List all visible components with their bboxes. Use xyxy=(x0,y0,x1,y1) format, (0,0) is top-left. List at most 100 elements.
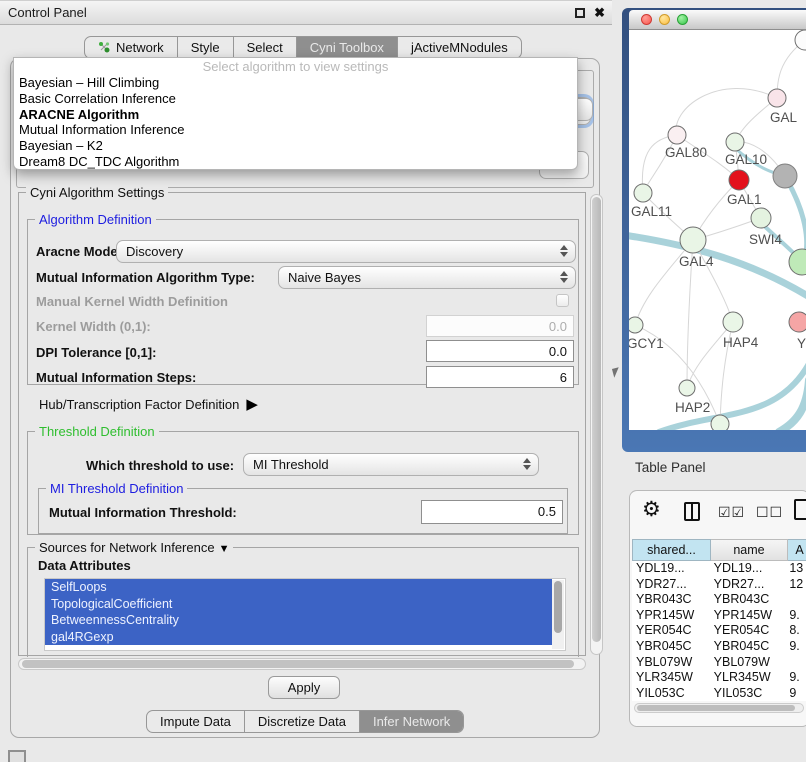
hub-transcription-factor-section[interactable]: Hub/Transcription Factor Definition ▶ xyxy=(39,395,258,413)
collapse-down-icon[interactable]: ▼ xyxy=(219,543,230,555)
column-header-name[interactable]: name xyxy=(711,539,788,561)
bottom-left-widget[interactable] xyxy=(8,750,26,762)
manual-kernel-label: Manual Kernel Width Definition xyxy=(36,294,228,309)
column-header-shared[interactable]: shared... xyxy=(632,539,711,561)
minimize-traffic-light-icon[interactable] xyxy=(659,14,670,25)
mi-algorithm-type-combo[interactable]: Naive Bayes xyxy=(278,266,576,289)
table-cell: YER054C xyxy=(710,623,786,639)
network-node-hap4[interactable] xyxy=(723,312,743,332)
table-cell: 9. xyxy=(785,639,806,655)
table-toolbar: ⚙ ☑☑ ☐☐ xyxy=(630,491,806,535)
attribute-item-topologicalcoefficient[interactable]: TopologicalCoefficient xyxy=(45,596,552,613)
network-node-hap2[interactable] xyxy=(679,380,695,396)
network-node-gal[interactable] xyxy=(768,89,786,107)
checked-pair-icon[interactable]: ☑☑ xyxy=(718,504,745,521)
network-canvas[interactable]: GALGAL80GAL10GAL1GAL11SWI4GAL4GCY1HAP4YH… xyxy=(629,30,806,430)
gear-icon[interactable]: ⚙ xyxy=(642,497,661,522)
bottom-tab-impute-data[interactable]: Impute Data xyxy=(147,711,244,732)
network-node[interactable] xyxy=(711,415,729,430)
network-window-titlebar[interactable] xyxy=(629,10,806,30)
mi-algorithm-type-label: Mutual Information Algorithm Type: xyxy=(36,270,255,285)
table-row[interactable]: YPR145WYPR145W9. xyxy=(632,608,806,624)
document-icon[interactable] xyxy=(794,499,806,520)
column-header-a[interactable]: A xyxy=(788,539,806,561)
network-node-gal11[interactable] xyxy=(634,184,652,202)
node-label-gal80: GAL80 xyxy=(665,145,707,160)
table-cell: 9 xyxy=(785,686,806,701)
list-scrollbar[interactable] xyxy=(552,580,564,649)
manual-kernel-checkbox[interactable] xyxy=(556,294,569,307)
aracne-mode-label: Aracne Mode: xyxy=(36,244,122,259)
combo-spinner-icon xyxy=(560,271,568,283)
dropdown-item-bayesian-k2[interactable]: Bayesian – K2 xyxy=(14,138,577,154)
bottom-tab-infer-network[interactable]: Infer Network xyxy=(359,711,463,732)
mi-steps-field[interactable]: 6 xyxy=(426,366,574,388)
table-panel-title: Table Panel xyxy=(635,460,706,475)
close-icon[interactable]: ✖ xyxy=(594,8,605,18)
table-row[interactable]: YBR045CYBR045C9. xyxy=(632,639,806,655)
tab-network[interactable]: Network xyxy=(85,37,177,58)
table-row[interactable]: YBL079WYBL079W xyxy=(632,655,806,671)
table-row[interactable]: YER054CYER054C8. xyxy=(632,623,806,639)
dropdown-item-mutual-information-inference[interactable]: Mutual Information Inference xyxy=(14,122,577,138)
dropdown-item-dream8-dc-tdc-algorithm[interactable]: Dream8 DC_TDC Algorithm xyxy=(14,154,577,170)
table-cell: YBL079W xyxy=(632,655,710,671)
data-attributes-list[interactable]: SelfLoopsTopologicalCoefficientBetweenne… xyxy=(44,578,566,651)
table-row[interactable]: YIL053CYIL053C9 xyxy=(632,686,806,701)
network-node-gal4[interactable] xyxy=(680,227,706,253)
which-threshold-value: MI Threshold xyxy=(253,457,329,472)
table-row[interactable]: YLR345WYLR345W9. xyxy=(632,670,806,686)
settings-horizontal-scrollbar[interactable] xyxy=(18,658,586,670)
tab-style[interactable]: Style xyxy=(177,37,233,58)
tab-select[interactable]: Select xyxy=(233,37,296,58)
table-row[interactable]: YDR27...YDR27...12 xyxy=(632,577,806,593)
network-node-gal10[interactable] xyxy=(726,133,744,151)
settings-group-title: Cyni Algorithm Settings xyxy=(26,185,168,200)
close-traffic-light-icon[interactable] xyxy=(641,14,652,25)
split-columns-icon[interactable] xyxy=(684,502,700,521)
table-cell xyxy=(785,655,806,671)
table-row[interactable]: YDL19...YDL19...13 xyxy=(632,561,806,577)
apply-button[interactable]: Apply xyxy=(268,676,340,699)
tab-jactivemnodules[interactable]: jActiveMNodules xyxy=(397,37,521,58)
network-node-y[interactable] xyxy=(789,312,806,332)
attribute-item-betweennesscentrality[interactable]: BetweennessCentrality xyxy=(45,612,552,629)
settings-vertical-scrollbar[interactable] xyxy=(590,194,603,655)
network-node-swi4[interactable] xyxy=(751,208,771,228)
dpi-tolerance-field[interactable]: 0.0 xyxy=(426,340,574,362)
table-cell: YIL053C xyxy=(710,686,786,701)
expand-right-icon[interactable]: ▶ xyxy=(246,395,258,413)
attribute-item-selfloops[interactable]: SelfLoops xyxy=(45,579,552,596)
attribute-item-gal4rgexp[interactable]: gal4RGexp xyxy=(45,629,552,646)
dropdown-item-bayesian-hill-climbing[interactable]: Bayesian – Hill Climbing xyxy=(14,75,577,91)
aracne-mode-combo[interactable]: Discovery xyxy=(116,240,576,263)
network-graph: GALGAL80GAL10GAL1GAL11SWI4GAL4GCY1HAP4YH… xyxy=(629,30,806,430)
table-cell: 13 xyxy=(785,561,806,577)
table-horizontal-scrollbar[interactable] xyxy=(634,703,804,713)
float-panel-icon[interactable] xyxy=(575,8,585,18)
node-label-gal: GAL xyxy=(770,110,798,125)
dropdown-item-basic-correlation-inference[interactable]: Basic Correlation Inference xyxy=(14,91,577,107)
kernel-width-label: Kernel Width (0,1): xyxy=(36,319,151,334)
tab-cyni-toolbox[interactable]: Cyni Toolbox xyxy=(296,37,397,58)
network-node[interactable] xyxy=(773,164,797,188)
zoom-traffic-light-icon[interactable] xyxy=(677,14,688,25)
bottom-tab-discretize-data[interactable]: Discretize Data xyxy=(244,711,359,732)
mi-threshold-field[interactable]: 0.5 xyxy=(421,500,563,524)
network-node-gal80[interactable] xyxy=(668,126,686,144)
mi-threshold-group-title: MI Threshold Definition xyxy=(46,481,187,496)
bottom-tab-discretize-data-label: Discretize Data xyxy=(258,714,346,729)
dropdown-item-aracne-algorithm[interactable]: ARACNE Algorithm xyxy=(14,107,577,123)
unchecked-pair-icon[interactable]: ☐☐ xyxy=(756,504,783,521)
table-cell: YER054C xyxy=(632,623,710,639)
table-cell xyxy=(785,592,806,608)
kernel-width-field[interactable]: 0.0 xyxy=(426,315,574,337)
which-threshold-combo[interactable]: MI Threshold xyxy=(243,453,539,476)
node-label-hap4: HAP4 xyxy=(723,335,759,350)
network-view-window[interactable]: GALGAL80GAL10GAL1GAL11SWI4GAL4GCY1HAP4YH… xyxy=(622,8,806,452)
network-node-gcy1[interactable] xyxy=(629,317,643,333)
table-cell: YDR27... xyxy=(632,577,710,593)
table-row[interactable]: YBR043CYBR043C xyxy=(632,592,806,608)
mi-threshold-label: Mutual Information Threshold: xyxy=(49,505,237,520)
network-node-gal1[interactable] xyxy=(729,170,749,190)
